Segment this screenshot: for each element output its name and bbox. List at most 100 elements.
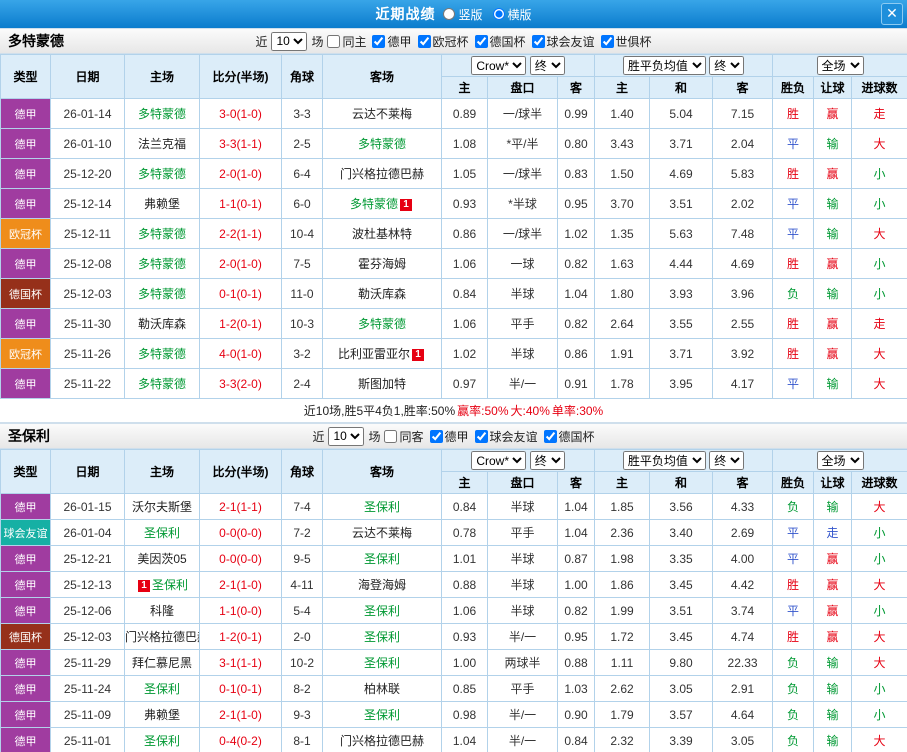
filter-checkbox-同客[interactable]: 同客 [384,428,424,445]
corner-score: 9-5 [281,545,323,572]
col-score: 比分(半场) [199,449,282,494]
avg-draw: 3.51 [649,597,714,624]
odds-away: 0.82 [556,308,596,339]
team-label: 勒沃库森 [137,317,186,331]
rows-body: 德甲 26-01-14 多特蒙德 3-0(1-0) 3-3 云达不莱梅 0.89 一/球半 0.… [0,98,907,399]
avg-type-select[interactable]: 胜平负均值 [622,451,706,470]
avg-type-select[interactable]: 胜平负均值 [622,56,706,75]
col-sub-主: 主 [594,471,651,494]
odds-company-select[interactable]: Crow* [471,56,527,75]
odds-away: 0.95 [556,188,596,219]
team-label: 多特蒙德 [137,107,186,121]
filter-checkbox-欧冠杯[interactable]: 欧冠杯 [417,33,469,50]
filter-checkbox-label: 球会友谊 [546,34,595,49]
scope-select[interactable]: 全场 [816,56,864,75]
col-sub-让球: 让球 [813,76,853,99]
home-team-cell: 多特蒙德 [124,158,200,189]
result-outcome: 平 [772,545,815,572]
odds-home: 1.04 [441,727,488,752]
close-button[interactable]: ✕ [881,3,903,25]
odds-final-select[interactable]: 终 [529,451,565,470]
odds-away: 0.87 [556,545,596,572]
corner-score: 4-11 [281,571,323,598]
avg-home: 1.11 [594,649,651,676]
filter-checkbox-input[interactable] [417,34,431,48]
filter-checkbox-德国杯[interactable]: 德国杯 [474,33,526,50]
result-goals: 小 [851,278,907,309]
odds-handicap: 半/一 [487,727,558,752]
result-goals: 大 [851,623,907,650]
match-score: 4-0(1-0) [199,338,282,369]
team-label: 圣保利 [143,734,180,748]
avg-away: 4.64 [712,701,774,728]
home-team-cell: 多特蒙德 [124,368,200,399]
league-badge: 德甲 [0,571,51,598]
odds-away: 1.04 [556,519,596,546]
match-score: 2-0(1-0) [199,158,282,189]
result-outcome: 平 [772,218,815,249]
scope-select[interactable]: 全场 [816,451,864,470]
avg-home: 1.86 [594,571,651,598]
filter-checkbox-同主[interactable]: 同主 [327,33,366,50]
avg-final-select[interactable]: 终 [709,56,745,75]
topbar-center: 近期战绩 竖版 横版 [0,4,907,24]
away-team-cell: 圣保利 [322,597,442,624]
team-label: 圣保利 [363,630,400,644]
filter-checkbox-input[interactable] [384,429,398,443]
odds-handicap: 一/球半 [487,158,558,189]
team-label: 多特蒙德 [137,257,186,271]
result-goals: 大 [851,368,907,399]
odds-away: 0.83 [556,158,596,189]
filter-checkbox-德甲[interactable]: 德甲 [429,428,469,445]
filter-checkbox-世俱杯[interactable]: 世俱杯 [600,33,652,50]
filter-checkbox-input[interactable] [474,429,488,443]
avg-final-select[interactable]: 终 [709,451,745,470]
filter-checkbox-label: 同客 [399,429,424,444]
summary-segment: 单率:30% [551,404,604,418]
filter-checkbox-input[interactable] [543,429,557,443]
match-score: 2-0(1-0) [199,248,282,279]
match-row: 欧冠杯 25-11-26 多特蒙德 4-0(1-0) 3-2 比利亚雷亚尔 1 1.02 半球 0… [0,338,907,369]
avg-home: 1.50 [594,158,651,189]
result-goals: 走 [851,98,907,129]
odds-company-select[interactable]: Crow* [471,451,527,470]
avg-draw: 3.56 [649,493,714,520]
corner-score: 8-2 [281,675,323,702]
filter-checkbox-球会友谊[interactable]: 球会友谊 [474,428,538,445]
odds-final-select[interactable]: 终 [529,56,565,75]
league-badge: 欧冠杯 [0,338,51,369]
filter-checkbox-德甲[interactable]: 德甲 [372,33,412,50]
avg-away: 7.15 [712,98,774,129]
team-section: 圣保利 近 10 场 同客 德甲 球会友谊 德国杯 类型 日期 主场 比分(半场… [0,423,907,752]
odds-handicap: 半球 [487,338,558,369]
filter-checkbox-input[interactable] [327,34,341,48]
match-count-select[interactable]: 10 [328,426,365,446]
match-row: 德甲 25-11-01 圣保利 0-4(0-2) 8-1 门兴格拉德巴赫 1.04 半/一 0.… [0,727,907,752]
layout-radio-input[interactable] [492,8,505,20]
away-team-cell: 云达不莱梅 [322,519,442,546]
result-handicap: 输 [813,701,853,728]
odds-home: 0.85 [441,675,488,702]
filter-checkbox-input[interactable] [372,34,386,48]
avg-away: 4.33 [712,493,774,520]
avg-draw: 3.39 [649,727,714,752]
filter-checkbox-球会友谊[interactable]: 球会友谊 [531,33,595,50]
team-label: 美因茨05 [137,552,187,566]
layout-radio-option[interactable]: 竖版 [443,6,483,23]
league-badge: 德甲 [0,98,51,129]
corner-score: 2-4 [281,368,323,399]
filter-checkbox-input[interactable] [474,34,488,48]
result-outcome: 胜 [772,571,815,598]
match-count-select[interactable]: 10 [271,31,308,51]
filter-checkbox-input[interactable] [531,34,545,48]
match-score: 3-3(2-0) [199,368,282,399]
corner-score: 10-3 [281,308,323,339]
filter-checkbox-德国杯[interactable]: 德国杯 [543,428,595,445]
layout-radio-input[interactable] [443,8,456,20]
filter-checkbox-input[interactable] [429,429,443,443]
filter-checkbox-input[interactable] [600,34,614,48]
layout-radio-option[interactable]: 横版 [492,6,532,23]
home-team-cell: 圣保利 [124,675,200,702]
odds-home: 1.06 [441,597,488,624]
odds-away: 0.90 [556,701,596,728]
